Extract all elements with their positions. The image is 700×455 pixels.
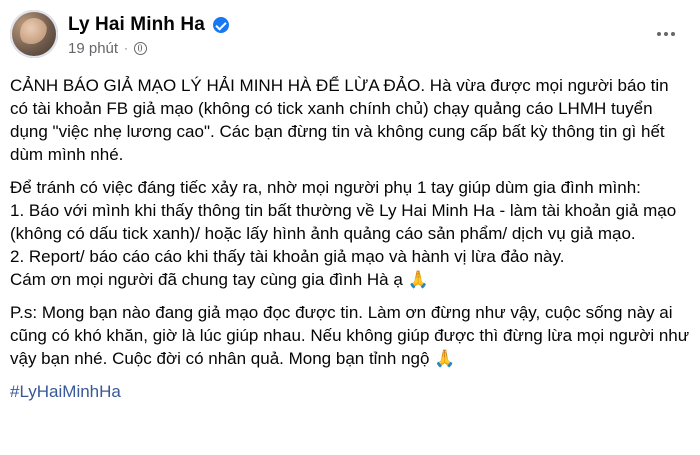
post-paragraph-request: Để tránh có việc đáng tiếc xảy ra, nhờ m… — [10, 178, 677, 289]
post-content: CẢNH BÁO GIẢ MẠO LÝ HẢI MINH HÀ ĐỂ LỪA Đ… — [10, 74, 690, 413]
meta-separator: · — [124, 40, 129, 55]
verified-badge-icon — [212, 17, 229, 33]
author-name[interactable]: Ly Hai Minh Ha — [68, 14, 205, 36]
author-avatar[interactable] — [10, 10, 58, 58]
author-row: Ly Hai Minh Ha — [68, 14, 229, 36]
globe-icon[interactable] — [134, 42, 148, 55]
post-paragraph-ps: P.s: Mong bạn nào đang giả mạo đọc được … — [10, 303, 694, 368]
more-dot — [664, 32, 668, 36]
facebook-post: Ly Hai Minh Ha 19 phút · CẢNH BÁO GIẢ MẠ… — [0, 0, 700, 455]
more-options-icon[interactable] — [652, 24, 680, 44]
hashtag-link[interactable]: #LyHaiMinhHa — [10, 382, 121, 401]
more-dot — [671, 32, 675, 36]
post-meta: 19 phút · — [68, 40, 148, 57]
more-dot — [657, 32, 661, 36]
post-time[interactable]: 19 phút — [68, 40, 118, 57]
post-header: Ly Hai Minh Ha 19 phút · — [10, 10, 690, 64]
post-paragraph-warning: CẢNH BÁO GIẢ MẠO LÝ HẢI MINH HÀ ĐỂ LỪA Đ… — [10, 76, 674, 164]
